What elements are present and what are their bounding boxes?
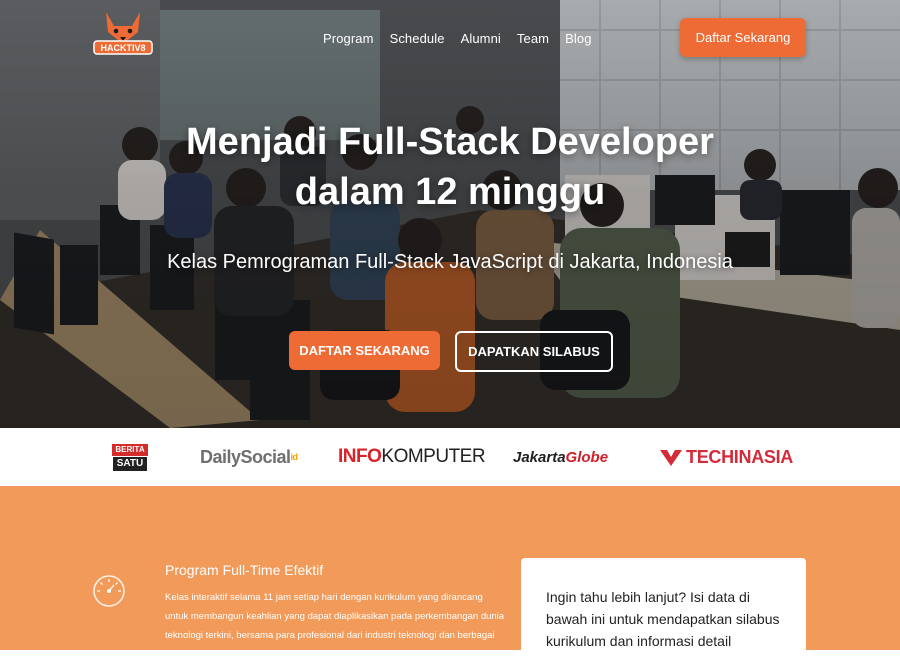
- main-navigation: Program Schedule Alumni Team Blog: [323, 31, 608, 46]
- nav-item-blog[interactable]: Blog: [565, 31, 591, 46]
- feature-description: Kelas interaktif selama 11 jam setiap ha…: [165, 592, 505, 660]
- jakarta-globe-logo: Jakarta Globe: [513, 442, 608, 472]
- infokomputer-logo-info: INFO: [338, 446, 382, 467]
- beritasatu-logo: BERITA SATU: [112, 442, 148, 472]
- beritasatu-logo-bottom: SATU: [112, 456, 148, 471]
- infokomputer-logo-komputer: KOMPUTER: [381, 446, 486, 467]
- nav-item-alumni[interactable]: Alumni: [461, 31, 501, 46]
- jakarta-globe-logo-globe: Globe: [565, 448, 609, 466]
- jakarta-globe-logo-jakarta: Jakarta: [513, 448, 566, 466]
- techinasia-mark-icon: [660, 450, 682, 466]
- syllabus-form-card: Ingin tahu lebih lanjut? Isi data di baw…: [521, 558, 806, 658]
- press-logos-bar: BERITA SATU DailySocial id INFO KOMPUTER J…: [0, 428, 900, 486]
- nav-item-program[interactable]: Program: [323, 31, 374, 46]
- daftar-sekarang-button[interactable]: DAFTAR SEKARANG: [289, 331, 440, 370]
- svg-text:HACKTIV8: HACKTIV8: [100, 43, 145, 53]
- hero-title: Menjadi Full-Stack Developer dalam 12 mi…: [0, 117, 900, 217]
- hero-title-line2: dalam 12 minggu: [294, 171, 606, 213]
- features-section: Program Full-Time Efektif Kelas interakt…: [0, 486, 900, 660]
- speedometer-icon: [93, 575, 125, 607]
- beritasatu-logo-top: BERITA: [112, 443, 148, 456]
- hero-subtitle: Kelas Pemrograman Full-Stack JavaScript …: [167, 251, 733, 273]
- hero-section: HACKTIV8 Program Schedule Alumni Team Bl…: [0, 0, 900, 428]
- nav-item-schedule[interactable]: Schedule: [390, 31, 445, 46]
- infokomputer-logo: INFO KOMPUTER: [338, 442, 486, 472]
- hero-title-line1: Menjadi Full-Stack Developer: [186, 121, 714, 163]
- nav-item-team[interactable]: Team: [517, 31, 549, 46]
- feature-title: Program Full-Time Efektif: [165, 562, 324, 578]
- techinasia-logo-text: TECHINASIA: [686, 446, 794, 467]
- daftar-sekarang-nav-button[interactable]: Daftar Sekarang: [680, 18, 806, 57]
- dailysocial-logo-text: DailySocial: [200, 446, 291, 467]
- dailysocial-logo-suffix: id: [290, 452, 299, 462]
- hacktiv8-logo[interactable]: HACKTIV8: [92, 10, 154, 62]
- dailysocial-logo: DailySocial id: [200, 442, 298, 472]
- techinasia-logo: TECHINASIA: [660, 442, 793, 472]
- dapatkan-silabus-button[interactable]: DAPATKAN SILABUS: [455, 331, 613, 372]
- syllabus-form-intro: Ingin tahu lebih lanjut? Isi data di baw…: [546, 589, 780, 649]
